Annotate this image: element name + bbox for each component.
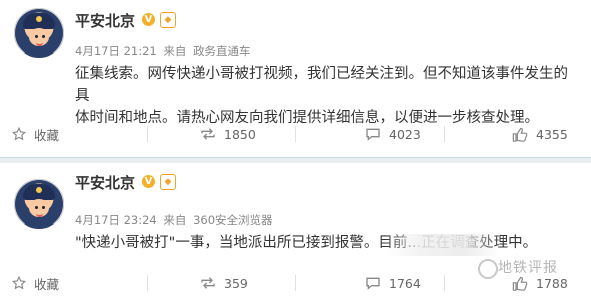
avatar[interactable] xyxy=(14,8,64,58)
verified-v-icon: V xyxy=(142,175,155,188)
repost-button[interactable]: 1850 xyxy=(200,124,256,144)
timestamp[interactable]: 4月17日 21:21 xyxy=(75,44,157,58)
repost-count: 1850 xyxy=(224,126,256,142)
like-button[interactable]: 4355 xyxy=(512,124,568,144)
repost-icon xyxy=(200,127,216,141)
source-link[interactable]: 政务直通车 xyxy=(193,44,251,58)
avatar[interactable] xyxy=(14,179,64,229)
source-prefix: 来自 xyxy=(163,44,187,58)
thumbs-up-icon xyxy=(512,127,528,142)
post-text: "快递小哥被打"一事，当地派出所已接到报警。目前...正在调查处理中。 xyxy=(75,235,538,251)
action-bar: 收藏 1850 4023 4355 xyxy=(0,124,591,144)
verified-v-icon: V xyxy=(142,13,155,26)
weibo-post-2: 平安北京 V ◆ 4月17日 23:24 来自 360安全浏览器 "快递小哥被打… xyxy=(0,163,591,298)
like-count: 4355 xyxy=(536,126,568,142)
like-count: 1788 xyxy=(536,275,568,291)
comment-button[interactable]: 4023 xyxy=(365,124,421,144)
watermark-smear xyxy=(385,234,500,256)
username[interactable]: 平安北京 xyxy=(75,10,135,31)
star-icon xyxy=(12,276,26,290)
favorite-button[interactable]: 收藏 xyxy=(12,273,59,293)
source-prefix: 来自 xyxy=(163,213,187,227)
post-meta: 4月17日 23:24 来自 360安全浏览器 xyxy=(75,212,276,228)
org-badge-icon: ◆ xyxy=(160,174,176,190)
comment-button[interactable]: 1764 xyxy=(365,273,421,293)
source-link[interactable]: 360安全浏览器 xyxy=(193,213,272,227)
thumbs-up-icon xyxy=(512,276,528,291)
post-text-line: 征集线索。网传快递小哥被打视频，我们已经关注到。但不知道该事件发生的具 xyxy=(75,66,568,104)
username[interactable]: 平安北京 xyxy=(75,172,135,193)
favorite-button[interactable]: 收藏 xyxy=(12,124,59,144)
post-text: 征集线索。网传快递小哥被打视频，我们已经关注到。但不知道该事件发生的具 体时间和… xyxy=(75,63,575,129)
org-badge-icon: ◆ xyxy=(160,12,176,28)
timestamp[interactable]: 4月17日 23:24 xyxy=(75,213,157,227)
watermark: 地铁评报 xyxy=(498,260,558,276)
favorite-label: 收藏 xyxy=(34,127,60,143)
weibo-post-1: 平安北京 V ◆ 4月17日 21:21 来自 政务直通车 征集线索。网传快递小… xyxy=(0,0,591,157)
repost-icon xyxy=(200,276,216,290)
favorite-label: 收藏 xyxy=(34,276,60,292)
repost-count: 359 xyxy=(224,275,248,291)
comment-count: 4023 xyxy=(389,126,421,142)
star-icon xyxy=(12,127,26,141)
comment-icon xyxy=(365,127,381,141)
comment-count: 1764 xyxy=(389,275,421,291)
repost-button[interactable]: 359 xyxy=(200,273,248,293)
comment-icon xyxy=(365,276,381,290)
post-meta: 4月17日 21:21 来自 政务直通车 xyxy=(75,43,254,59)
